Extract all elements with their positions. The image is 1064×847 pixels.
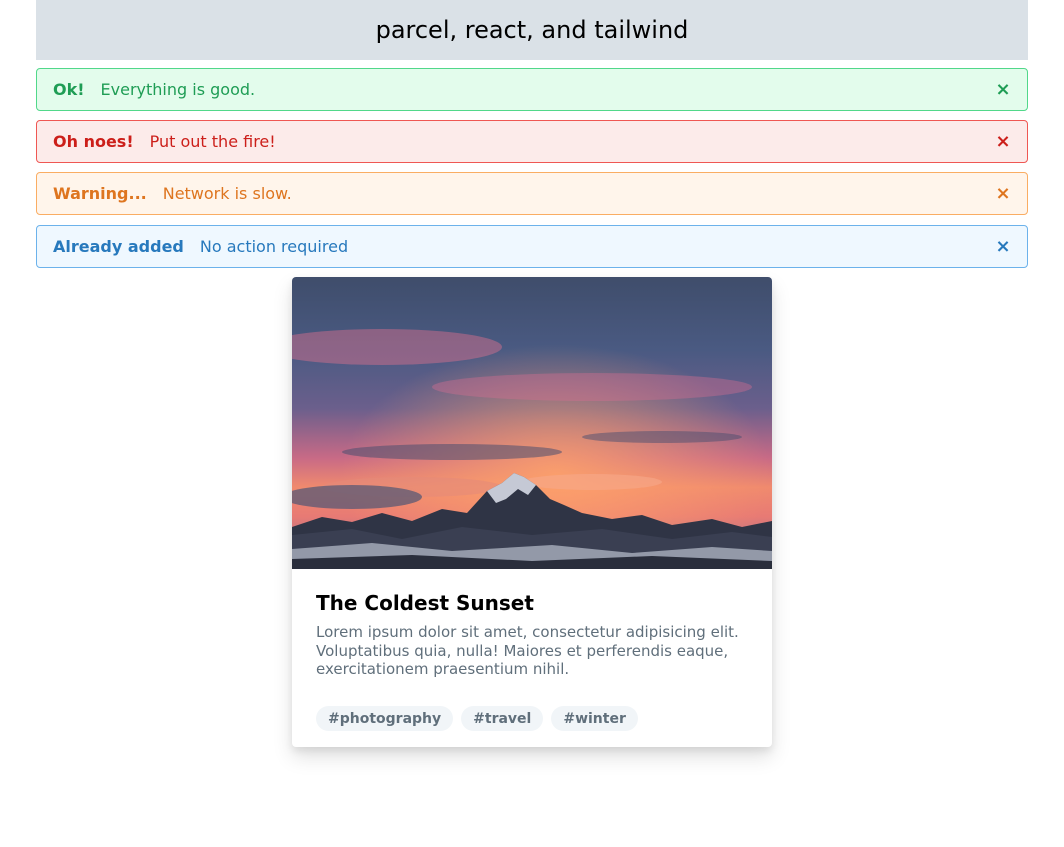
alert-message: Network is slow. [162,184,292,203]
tag-list: #photography #travel #winter [316,706,638,731]
page-title: parcel, react, and tailwind [375,16,689,44]
alert-warning: Warning... Network is slow. × [36,172,1028,215]
alert-message: Put out the fire! [149,132,276,151]
mountain-sunset-image [292,277,772,569]
alert-message: Everything is good. [100,80,256,99]
close-icon[interactable]: × [995,184,1011,202]
card-description: Lorem ipsum dolor sit amet, consectetur … [316,623,739,678]
alert-title: Oh noes! [53,132,134,151]
alert-success: Ok! Everything is good. × [36,68,1028,111]
alert-title: Ok! [53,80,85,99]
close-icon[interactable]: × [995,80,1011,98]
tag-travel[interactable]: #travel [461,706,544,731]
page-header: parcel, react, and tailwind [36,0,1028,60]
alert-error: Oh noes! Put out the fire! × [36,120,1028,163]
alert-title: Warning... [53,184,147,203]
alert-info: Already added No action required × [36,225,1028,268]
tag-photography[interactable]: #photography [316,706,454,731]
alert-message: No action required [199,237,349,256]
close-icon[interactable]: × [995,237,1011,255]
photo-card: The Coldest Sunset Lorem ipsum dolor sit… [292,277,772,747]
close-icon[interactable]: × [995,132,1011,150]
alert-title: Already added [53,237,184,256]
card-title: The Coldest Sunset [316,591,534,615]
tag-winter[interactable]: #winter [551,706,638,731]
